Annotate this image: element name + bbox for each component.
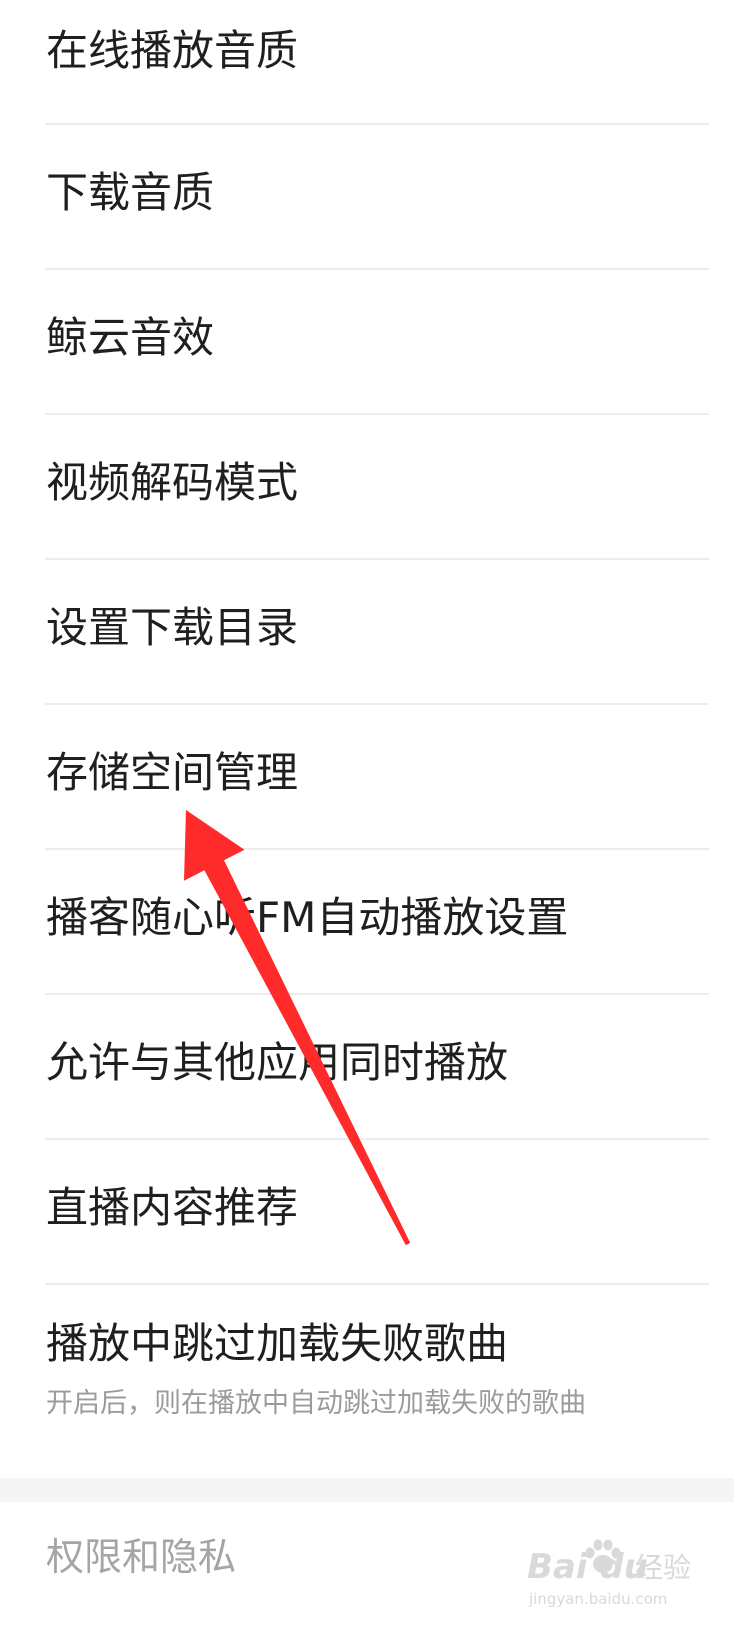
section-gap [0,1478,734,1502]
setting-skip-failed-songs[interactable]: 播放中跳过加载失败歌曲 开启后，则在播放中自动跳过加载失败的歌曲 [0,1285,734,1428]
setting-label: 播客随心听FM自动播放设置 [46,893,569,942]
settings-page: 在线播放音质 下载音质 鲸云音效 视频解码模式 设置下载目录 存储空间管理 播客… [0,0,734,1626]
watermark-brand: Bai du [527,1547,648,1587]
setting-sound-effect[interactable]: 鲸云音效 [0,270,734,415]
setting-description: 开启后，则在播放中自动跳过加载失败的歌曲 [46,1388,586,1419]
setting-storage-management[interactable]: 存储空间管理 [0,705,734,850]
watermark-url: jingyan.baidu.com [529,1590,668,1608]
settings-list: 在线播放音质 下载音质 鲸云音效 视频解码模式 设置下载目录 存储空间管理 播客… [0,0,734,1428]
setting-podcast-fm-autoplay[interactable]: 播客随心听FM自动播放设置 [0,850,734,995]
setting-label: 鲸云音效 [46,313,215,362]
setting-label: 设置下载目录 [46,603,299,652]
setting-label: 视频解码模式 [46,458,299,507]
watermark-brand-cn: 经验 [635,1551,692,1584]
setting-video-decode[interactable]: 视频解码模式 [0,415,734,560]
setting-download-dir[interactable]: 设置下载目录 [0,560,734,705]
setting-label: 在线播放音质 [46,26,299,75]
setting-mix-playback[interactable]: 允许与其他应用同时播放 [0,995,734,1140]
setting-label: 存储空间管理 [46,748,299,797]
setting-label: 播放中跳过加载失败歌曲 [46,1319,509,1368]
setting-live-recommend[interactable]: 直播内容推荐 [0,1140,734,1285]
setting-label: 直播内容推荐 [46,1183,299,1232]
watermark: Bai du 经验 jingyan.baidu.com [527,1536,712,1608]
setting-label: 下载音质 [46,168,215,217]
setting-label: 允许与其他应用同时播放 [46,1038,509,1087]
setting-online-quality[interactable]: 在线播放音质 [0,0,734,125]
section-title-permissions: 权限和隐私 [46,1535,237,1579]
setting-download-quality[interactable]: 下载音质 [0,125,734,270]
